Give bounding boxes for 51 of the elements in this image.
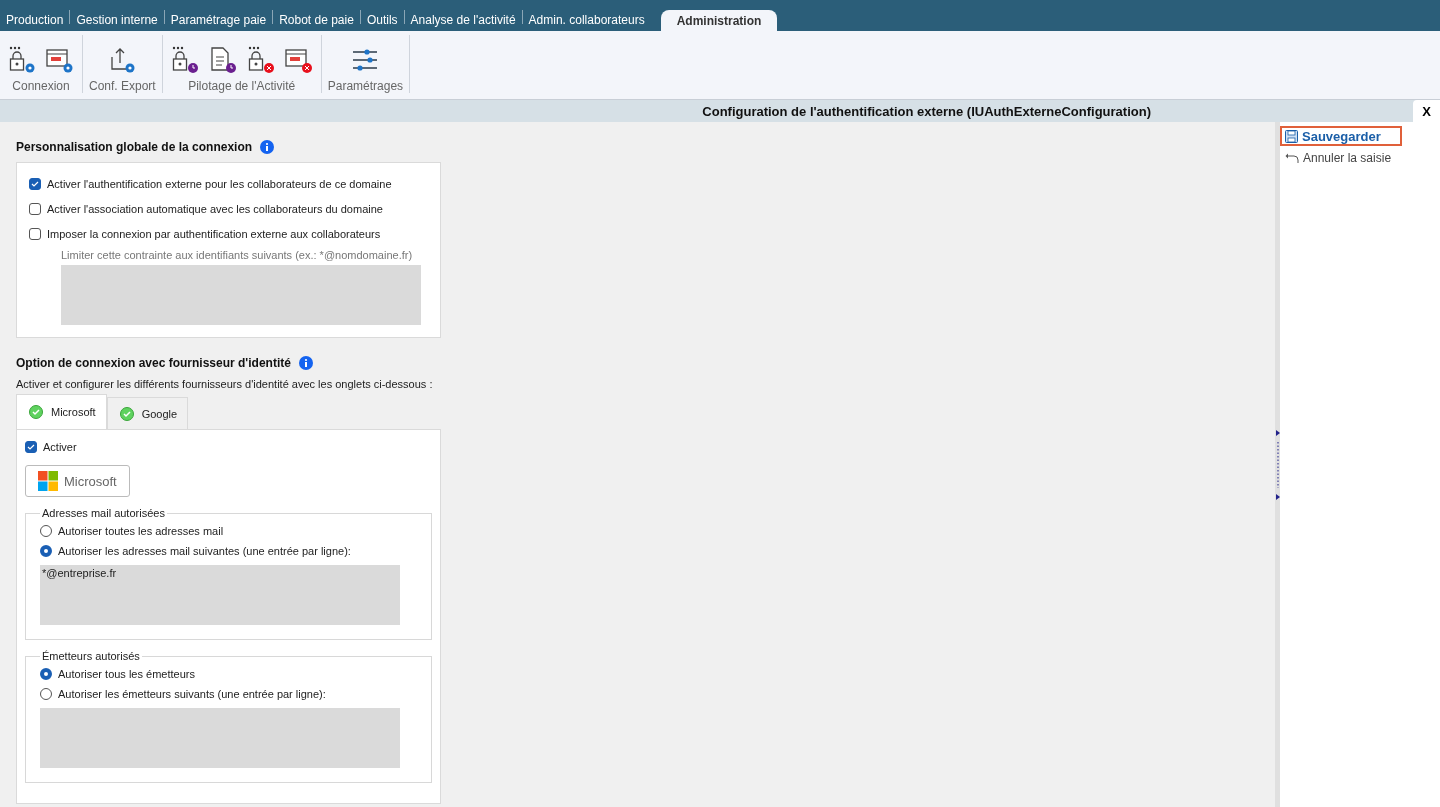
ribbon-group-label: Paramétrages: [327, 79, 404, 93]
checkbox-label: Imposer la connexion par authentification externe aux collaborateurs: [47, 227, 381, 240]
section-title: Option de connexion avec fournisseur d'identité: [16, 356, 291, 370]
radio-button[interactable]: [40, 525, 52, 537]
group-legend: Adresses mail autorisées: [40, 507, 167, 519]
ribbon-group-label: Conf. Export: [89, 79, 156, 93]
checkbox[interactable]: [29, 227, 41, 240]
top-tab[interactable]: Paramétrage paie: [164, 9, 273, 31]
save-button[interactable]: Sauvegarder: [1280, 126, 1402, 146]
radio-button[interactable]: [40, 545, 52, 557]
save-icon: [1285, 129, 1298, 143]
undo-icon: [1285, 152, 1299, 164]
group-legend: Émetteurs autorisés: [40, 650, 142, 662]
top-tab[interactable]: Analyse de l'activité: [404, 9, 522, 31]
top-tab[interactable]: Administration: [660, 10, 778, 31]
close-button[interactable]: X: [1413, 100, 1440, 122]
radio-label: Autoriser toutes les adresses mail: [58, 525, 224, 537]
section-description: Activer et configurer les différents fournisseurs d'identité avec les onglets ci-dessous :: [16, 378, 434, 390]
top-tab[interactable]: Production: [0, 9, 70, 31]
radio-button[interactable]: [40, 688, 52, 700]
section-title: Personnalisation globale de la connexion: [16, 140, 253, 154]
checkbox-label: Activer l'authentification externe pour les collaborateurs de ce domaine: [47, 177, 392, 190]
logo-icon: [38, 471, 58, 491]
info-icon: [298, 356, 313, 370]
radio-button[interactable]: [40, 668, 52, 680]
ribbon-group-label: Connexion: [12, 79, 70, 93]
radio-label: Autoriser les émetteurs suivants (une entrée par ligne):: [58, 688, 326, 700]
radio-label: Autoriser tous les émetteurs: [58, 668, 195, 680]
info-icon: [260, 140, 275, 154]
top-tab[interactable]: Outils: [360, 9, 404, 31]
input-field[interactable]: [40, 708, 400, 768]
top-tab[interactable]: Admin. collaborateurs: [522, 9, 651, 31]
provider-tab[interactable]: Google: [106, 397, 189, 429]
top-tab[interactable]: Gestion interne: [70, 9, 164, 31]
checkbox[interactable]: [25, 440, 37, 453]
microsoft-button[interactable]: Microsoft: [25, 465, 130, 497]
input-field[interactable]: *@entreprise.fr: [40, 565, 400, 625]
ribbon-group-label: Pilotage de l'Activité: [188, 79, 296, 93]
panel-title: Configuration de l'authentification externe (IUAuthExterneConfiguration): [701, 103, 1152, 119]
checkbox-label: Activer: [43, 440, 77, 453]
top-tab[interactable]: Robot de paie: [273, 9, 360, 31]
checkbox-label: Activer l'association automatique avec les collaborateurs du domaine: [47, 202, 383, 215]
check-circle-icon: [29, 405, 43, 419]
constraint-label: Limiter cette contrainte aux identifiants suivants (ex.: *@nomdomaine.fr): [61, 249, 414, 261]
checkbox[interactable]: [29, 202, 41, 215]
check-circle-icon: [119, 406, 134, 421]
input-field[interactable]: [61, 265, 421, 325]
radio-label: Autoriser les adresses mail suivantes (une entrée par ligne):: [58, 545, 351, 557]
checkbox[interactable]: [29, 177, 41, 190]
splitter-grip-drawing[interactable]: [1275, 429, 1280, 500]
provider-tab[interactable]: Microsoft: [16, 394, 107, 429]
